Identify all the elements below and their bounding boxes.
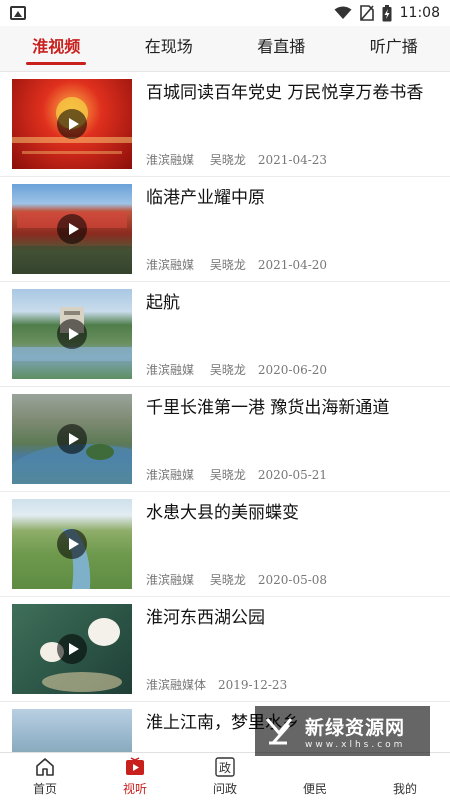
video-thumbnail[interactable] [12,79,132,169]
video-item[interactable]: 水患大县的美丽蝶变 淮滨融媒 吴晓龙 2020-05-08 [0,492,450,597]
video-meta: 淮滨融媒 吴晓龙 2020-05-21 [146,466,438,483]
nav-media[interactable]: 视听 [90,753,180,800]
play-icon[interactable] [57,529,87,559]
video-source: 淮滨融媒 [146,258,195,272]
video-list: 百城同读百年党史 万民悦享万卷书香 淮滨融媒 吴晓龙 2021-04-23 临港产… [0,72,450,752]
video-source: 淮滨融媒 [146,468,195,482]
video-title[interactable]: 淮河东西湖公园 [146,604,438,630]
video-source: 淮滨融媒 [146,573,195,587]
video-title[interactable]: 百城同读百年党史 万民悦享万卷书香 [146,79,438,105]
video-meta: 淮滨融媒体 2019-12-23 [146,676,438,693]
video-date: 2019-12-23 [218,678,288,692]
nav-home[interactable]: 首页 [0,753,90,800]
wifi-icon [334,6,352,19]
video-author: 吴晓龙 [209,153,246,167]
video-item[interactable]: 百城同读百年党史 万民悦享万卷书香 淮滨融媒 吴晓龙 2021-04-23 [0,72,450,177]
video-title[interactable]: 起航 [146,289,438,315]
video-thumbnail[interactable] [12,289,132,379]
video-source: 淮滨融媒体 [146,678,207,692]
tab-radio[interactable]: 听广播 [338,25,450,71]
video-item[interactable]: 起航 淮滨融媒 吴晓龙 2020-06-20 [0,282,450,387]
video-date: 2020-05-08 [257,573,328,587]
video-meta: 淮滨融媒 吴晓龙 2021-04-20 [146,256,438,273]
video-thumbnail[interactable] [12,709,132,752]
video-title[interactable]: 临港产业耀中原 [146,184,438,210]
video-thumbnail[interactable] [12,184,132,274]
nav-politics-label: 问政 [212,782,237,796]
profile-icon [394,756,416,778]
video-meta: 淮滨融媒 吴晓龙 2020-06-20 [146,361,438,378]
bottom-navigation: 首页 视听 政 问政 便民 我的 [0,752,450,800]
no-sim-icon [359,5,374,21]
video-author: 吴晓龙 [209,468,246,482]
tab-huai-video[interactable]: 淮视频 [0,25,113,71]
service-icon [304,756,326,778]
zheng-icon: 政 [214,756,236,778]
tab-live[interactable]: 看直播 [225,25,338,71]
play-icon[interactable] [57,319,87,349]
video-meta: 淮滨融媒 吴晓龙 2021-04-23 [146,151,438,168]
video-author: 吴晓龙 [209,573,246,587]
clock: 11:08 [399,5,440,21]
tab-on-site[interactable]: 在现场 [113,25,226,71]
watermark: 新绿资源网 www.xlhs.com [255,706,430,756]
status-bar: 11:08 [0,0,450,26]
play-icon[interactable] [57,634,87,664]
svg-text:政: 政 [219,761,231,775]
image-icon [10,6,26,20]
video-date: 2021-04-23 [257,153,328,167]
video-source: 淮滨融媒 [146,153,195,167]
video-meta: 淮滨融媒 吴晓龙 2020-05-08 [146,571,438,588]
watermark-sub: www.xlhs.com [305,739,406,750]
video-date: 2021-04-20 [257,258,328,272]
watermark-text: 新绿资源网 [305,716,406,739]
play-icon[interactable] [57,109,87,139]
nav-service-label: 便民 [302,782,327,796]
category-tabs: 淮视频 在现场 看直播 听广播 [0,26,450,72]
video-author: 吴晓龙 [209,258,246,272]
video-item[interactable]: 淮河东西湖公园 淮滨融媒体 2019-12-23 [0,597,450,702]
nav-profile-label: 我的 [392,782,417,796]
video-title[interactable]: 千里长淮第一港 豫货出海新通道 [146,394,438,420]
video-author: 吴晓龙 [209,363,246,377]
video-thumbnail[interactable] [12,499,132,589]
home-icon [34,756,56,778]
play-icon[interactable] [57,424,87,454]
nav-home-label: 首页 [32,782,57,796]
video-date: 2020-06-20 [257,363,328,377]
nav-profile[interactable]: 我的 [360,753,450,800]
nav-service[interactable]: 便民 [270,753,360,800]
battery-charging-icon [382,4,392,21]
watermark-logo-icon [265,718,293,745]
nav-media-label: 视听 [122,782,147,796]
video-item[interactable]: 临港产业耀中原 淮滨融媒 吴晓龙 2021-04-20 [0,177,450,282]
video-item[interactable]: 千里长淮第一港 豫货出海新通道 淮滨融媒 吴晓龙 2020-05-21 [0,387,450,492]
video-thumbnail[interactable] [12,394,132,484]
tv-play-icon [124,756,146,778]
video-thumbnail[interactable] [12,604,132,694]
video-source: 淮滨融媒 [146,363,195,377]
nav-politics[interactable]: 政 问政 [180,753,270,800]
video-title[interactable]: 水患大县的美丽蝶变 [146,499,438,525]
video-date: 2020-05-21 [257,468,328,482]
play-icon[interactable] [57,214,87,244]
